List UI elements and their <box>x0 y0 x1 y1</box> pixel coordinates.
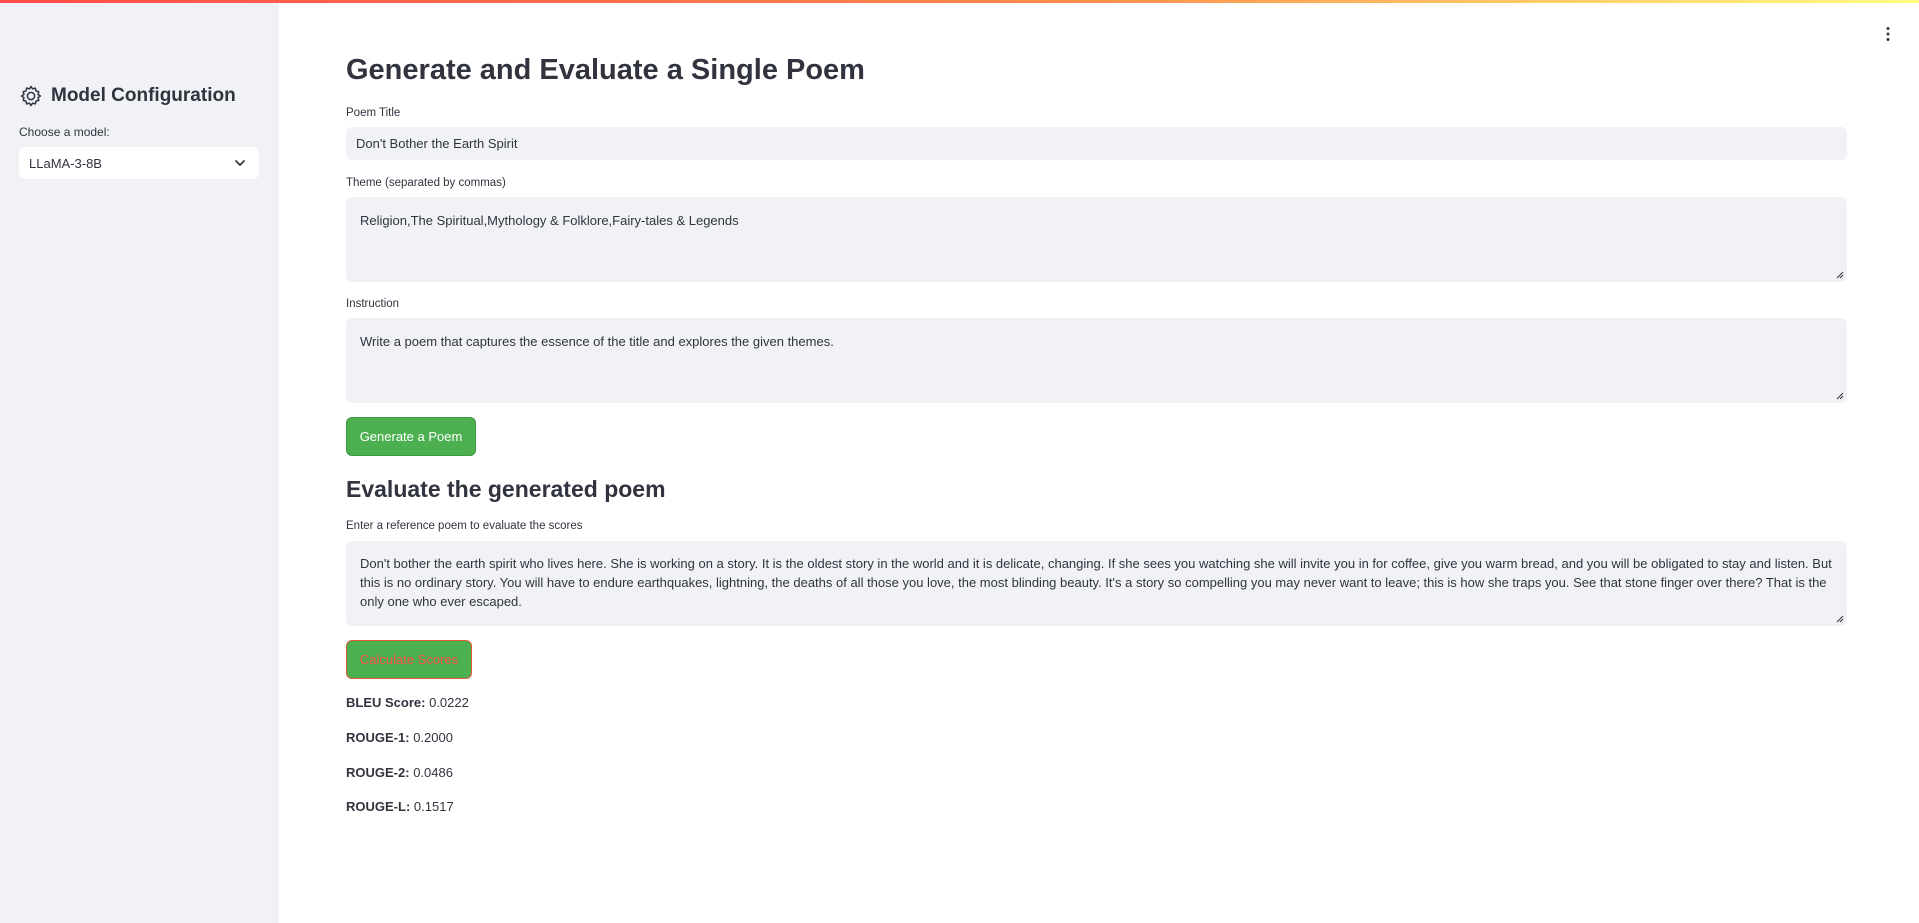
main-menu-button[interactable] <box>1876 22 1900 46</box>
model-select-label: Choose a model: <box>19 125 110 139</box>
score-value: 0.1517 <box>413 799 454 814</box>
resize-handle-icon[interactable] <box>1834 613 1844 623</box>
theme-textarea[interactable]: Religion,The Spiritual,Mythology & Folkl… <box>346 197 1847 282</box>
instruction-textarea[interactable]: Write a poem that captures the essence o… <box>346 318 1847 403</box>
poem-title-input[interactable] <box>346 127 1847 160</box>
sidebar-header: Model Configuration <box>19 84 236 108</box>
evaluate-section-title: Evaluate the generated poem <box>346 476 666 502</box>
model-select-value: LLaMA-3-8B <box>29 155 102 171</box>
resize-handle-icon[interactable] <box>1834 390 1844 400</box>
vertical-dots-icon <box>1886 27 1890 41</box>
instruction-label: Instruction <box>346 298 400 310</box>
score-label: ROUGE-L: <box>346 799 411 814</box>
score-value: 0.0222 <box>429 695 469 710</box>
score-label: ROUGE-2: <box>346 765 410 780</box>
generate-poem-button[interactable]: Generate a Poem <box>346 417 476 456</box>
app-decoration-bar <box>0 0 1919 3</box>
reference-poem-text: Don't bother the earth spirit who lives … <box>360 556 1832 609</box>
poem-title-label: Poem Title <box>346 107 401 119</box>
calculate-scores-button[interactable]: Calculate Scores <box>346 640 472 679</box>
model-select[interactable]: LLaMA-3-8B <box>19 147 259 179</box>
score-value: 0.0486 <box>413 765 453 780</box>
score-rouge-l: ROUGE-L: 0.1517 <box>346 799 454 814</box>
theme-label: Theme (separated by commas) <box>346 177 506 189</box>
instruction-text: Write a poem that captures the essence o… <box>360 334 834 349</box>
chevron-down-icon <box>235 160 245 166</box>
score-label: ROUGE-1: <box>346 730 410 745</box>
sidebar-title: Model Configuration <box>51 85 236 106</box>
score-label: BLEU Score: <box>346 695 426 710</box>
resize-handle-icon[interactable] <box>1834 269 1844 279</box>
score-rouge-2: ROUGE-2: 0.0486 <box>346 765 453 780</box>
gear-icon <box>20 85 42 107</box>
reference-poem-label: Enter a reference poem to evaluate the s… <box>346 520 583 532</box>
reference-poem-textarea[interactable]: Don't bother the earth spirit who lives … <box>346 541 1847 626</box>
score-bleu: BLEU Score: 0.0222 <box>346 695 469 710</box>
sidebar: Model Configuration Choose a model: LLaM… <box>0 0 279 923</box>
score-rouge-1: ROUGE-1: 0.2000 <box>346 730 453 745</box>
page-title: Generate and Evaluate a Single Poem <box>346 54 865 86</box>
score-value: 0.2000 <box>413 730 453 745</box>
theme-text: Religion,The Spiritual,Mythology & Folkl… <box>360 213 739 228</box>
